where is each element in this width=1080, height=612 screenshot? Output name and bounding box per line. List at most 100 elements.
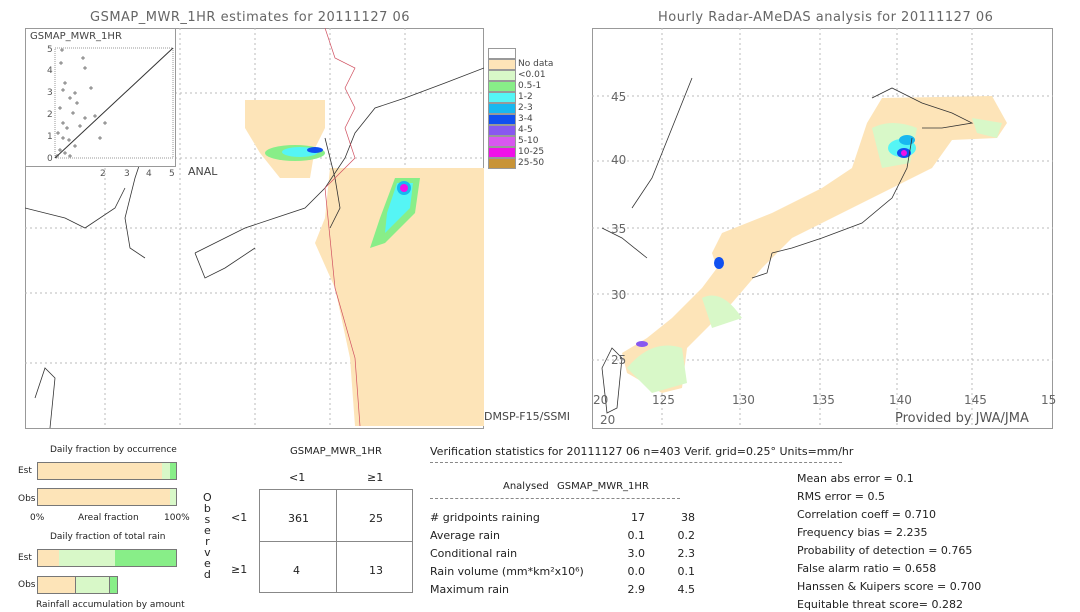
est-label: Est xyxy=(18,466,32,476)
legend-swatch xyxy=(488,48,516,59)
legend-label: <0.01 xyxy=(518,70,546,80)
axis-left-label: 0% xyxy=(30,513,45,523)
score-line: RMS error = 0.5 xyxy=(797,490,885,503)
col-label: <1 xyxy=(289,471,306,484)
lon-label: 130 xyxy=(732,393,755,407)
legend-label: No data xyxy=(518,59,554,69)
svg-text:4: 4 xyxy=(47,66,53,76)
credit-label: Provided by JWA/JMA xyxy=(895,411,1029,426)
cell-value: 361 xyxy=(288,512,309,525)
stat-est: 0.2 xyxy=(677,529,696,542)
scatter-x-label: ANAL xyxy=(188,165,218,178)
axis-mid-label: Areal fraction xyxy=(78,513,139,523)
lon-label: 140 xyxy=(889,393,912,407)
svg-text:1: 1 xyxy=(47,132,53,142)
observed-letter: d xyxy=(203,568,211,581)
stat-est: 38 xyxy=(681,511,695,524)
lat-label: 40 xyxy=(611,153,627,167)
scatter-y-label: GSMAP_MWR_1HR xyxy=(30,31,122,42)
svg-text:0: 0 xyxy=(47,154,53,164)
score-line: Frequency bias = 2.235 xyxy=(797,526,928,539)
score-line: Probability of detection = 0.765 xyxy=(797,544,973,557)
left-map-title: GSMAP_MWR_1HR estimates for 20111127 06 xyxy=(90,10,411,25)
bar-segment xyxy=(37,576,77,594)
stat-analysed: 0.1 xyxy=(627,529,646,542)
stat-label: Average rain xyxy=(430,529,500,542)
stat-analysed: 17 xyxy=(631,511,645,524)
est-label: Est xyxy=(18,553,32,563)
legend-label: 25-50 xyxy=(518,158,545,168)
legend-swatch xyxy=(488,103,516,114)
lon-label: 20 xyxy=(593,393,609,407)
score-line: Equitable threat score= 0.282 xyxy=(797,598,963,611)
svg-text:4: 4 xyxy=(146,169,152,179)
stat-label: Rain volume (mm*km²x10⁶) xyxy=(430,565,584,578)
bar-segment xyxy=(38,463,163,479)
divider xyxy=(430,462,842,463)
svg-text:5: 5 xyxy=(169,169,175,179)
bar-segment xyxy=(109,576,119,594)
bar-segment xyxy=(115,550,176,566)
stats-header: Verification statistics for 20111127 06 … xyxy=(430,445,854,458)
right-map xyxy=(592,28,1053,429)
lat-label: 20 xyxy=(600,413,616,427)
legend-label: 10-25 xyxy=(518,147,545,157)
total-est-bar xyxy=(37,549,177,567)
legend-label: 3-4 xyxy=(518,114,533,124)
score-line: False alarm ratio = 0.658 xyxy=(797,562,937,575)
svg-text:3: 3 xyxy=(47,88,53,98)
stat-label: Conditional rain xyxy=(430,547,518,560)
stat-analysed: 3.0 xyxy=(627,547,646,560)
lat-label: 25 xyxy=(611,353,627,367)
legend-label: 5-10 xyxy=(518,136,539,146)
legend-swatch xyxy=(488,114,516,125)
col-est: GSMAP_MWR_1HR xyxy=(557,481,649,492)
legend-label: 1-2 xyxy=(518,92,533,102)
svg-text:5: 5 xyxy=(47,45,53,55)
lon-label: 135 xyxy=(812,393,835,407)
score-line: Correlation coeff = 0.710 xyxy=(797,508,936,521)
satellite-label: DMSP-F15/SSMI xyxy=(484,410,571,423)
bar-segment xyxy=(170,489,176,505)
bar-segment xyxy=(162,463,171,479)
obs-label: Obs xyxy=(18,494,36,504)
lat-label: 30 xyxy=(611,288,627,302)
observed-label: Observed xyxy=(203,492,212,580)
legend-swatch xyxy=(488,158,516,169)
svg-text:3: 3 xyxy=(124,169,130,179)
bar-segment xyxy=(38,550,59,566)
occurrence-title: Daily fraction by occurrence xyxy=(50,445,177,455)
contingency-table: 361 25 4 13 xyxy=(259,489,413,593)
lat-label: 35 xyxy=(611,222,627,236)
legend-swatch xyxy=(488,81,516,92)
stat-analysed: 2.9 xyxy=(627,583,646,596)
svg-text:2: 2 xyxy=(100,169,106,179)
score-line: Hanssen & Kuipers score = 0.700 xyxy=(797,580,982,593)
stat-label: # gridpoints raining xyxy=(430,511,540,524)
col-label: ≥1 xyxy=(367,471,384,484)
total-obs-bar xyxy=(37,576,177,594)
cell-value: 25 xyxy=(369,512,383,525)
divider xyxy=(430,498,680,499)
lat-label: 45 xyxy=(611,90,627,104)
left-map: 0 1 2 3 4 5 2 3 4 5 xyxy=(25,28,484,429)
bar-segment xyxy=(76,576,110,594)
stat-label: Maximum rain xyxy=(430,583,509,596)
legend-label: 0.5-1 xyxy=(518,81,542,91)
legend-label: 4-5 xyxy=(518,125,533,135)
total-rain-title: Daily fraction of total rain xyxy=(50,532,166,542)
cell-value: 4 xyxy=(293,564,300,577)
legend-swatch xyxy=(488,92,516,103)
occurrence-est-bar xyxy=(37,462,177,480)
bar-segment xyxy=(38,489,171,505)
axis-right-label: 100% xyxy=(164,513,190,523)
accum-title: Rainfall accumulation by amount xyxy=(36,600,185,610)
obs-label: Obs xyxy=(18,580,36,590)
cell-value: 13 xyxy=(369,564,383,577)
scatter-inset: 0 1 2 3 4 5 2 3 4 5 xyxy=(25,28,176,179)
stat-analysed: 0.0 xyxy=(627,565,646,578)
bar-segment xyxy=(170,463,176,479)
legend-label: 2-3 xyxy=(518,103,533,113)
legend-swatch xyxy=(488,70,516,81)
col-analysed: Analysed xyxy=(503,481,549,492)
